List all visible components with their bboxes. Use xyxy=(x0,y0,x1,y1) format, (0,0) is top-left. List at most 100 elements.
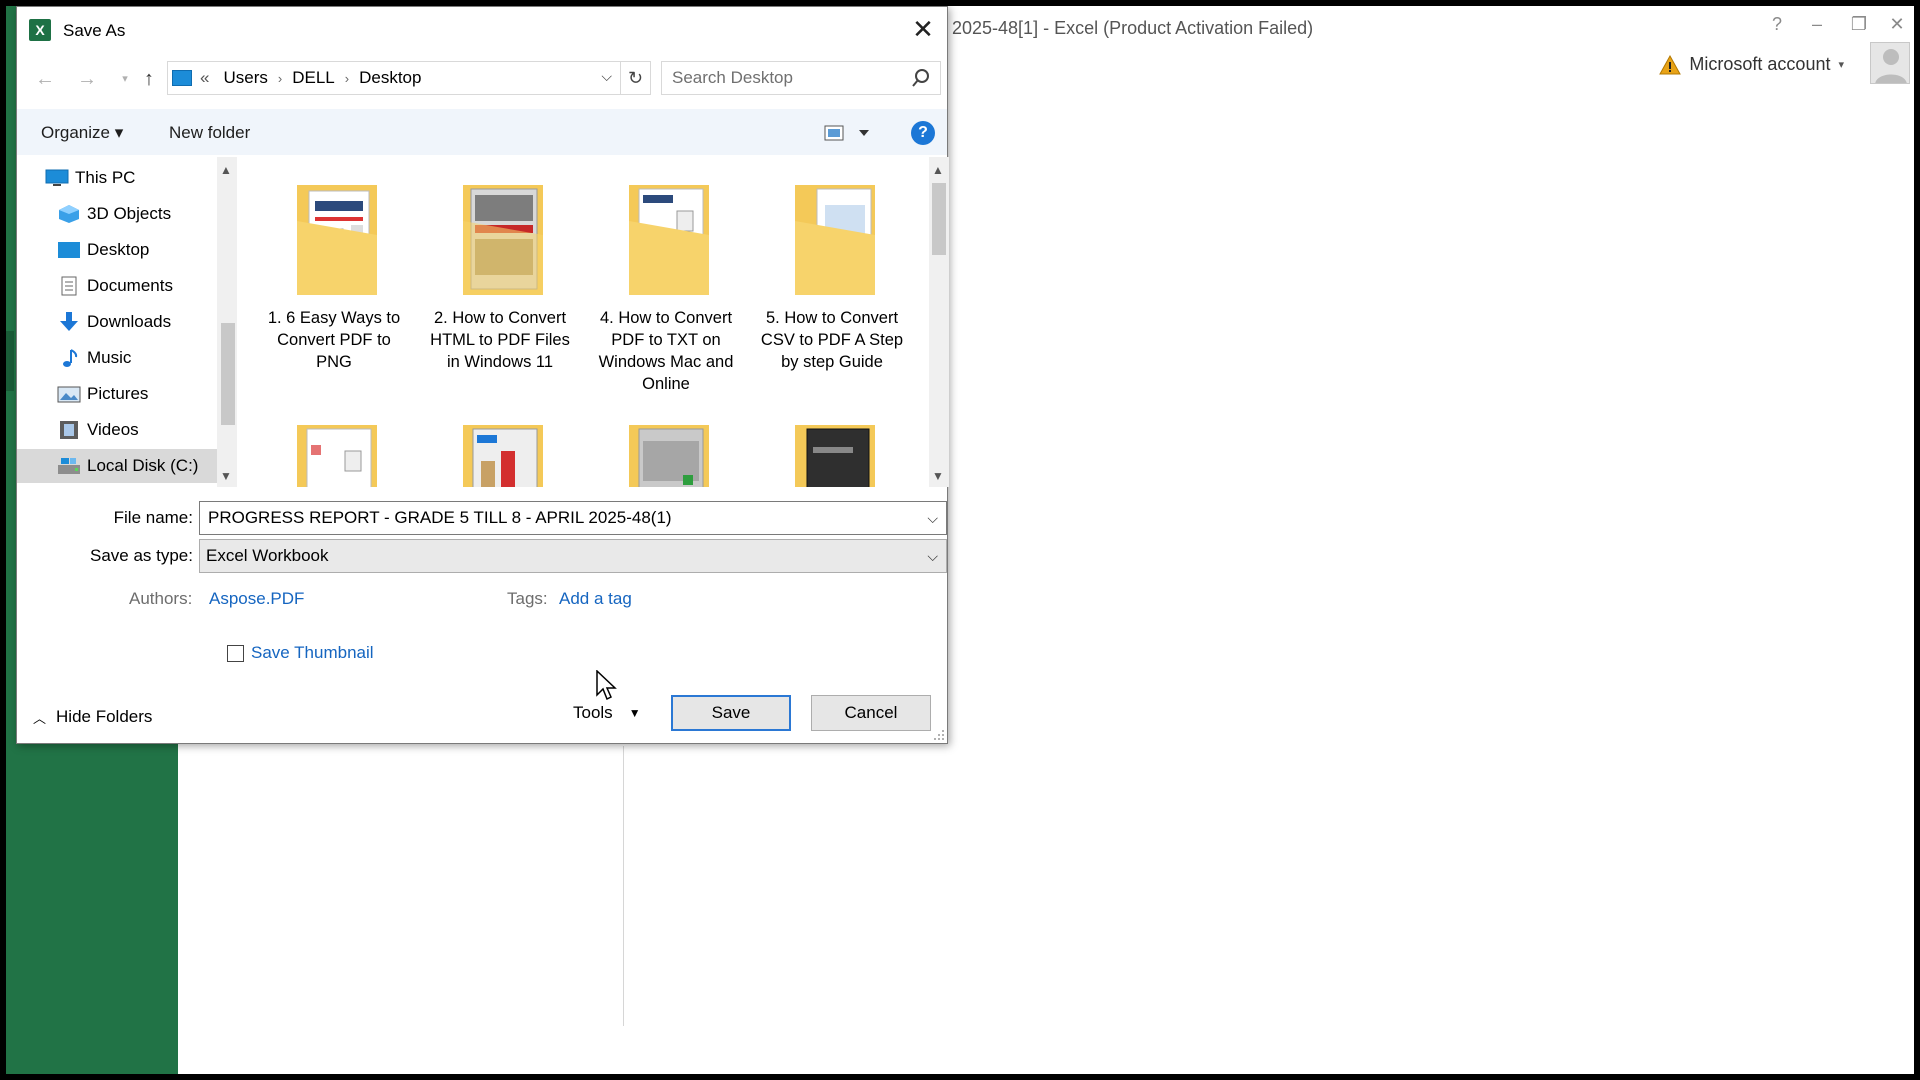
nav-item-label: Local Disk (C:) xyxy=(87,456,199,475)
address-bar[interactable]: « Users › DELL › Desktop ⌵ xyxy=(167,61,621,95)
nav-item-3d-objects[interactable]: 3D Objects xyxy=(57,197,219,231)
minimize-button[interactable]: – xyxy=(1802,14,1832,35)
scrollbar-thumb[interactable] xyxy=(932,183,946,255)
scroll-down-icon[interactable]: ▼ xyxy=(932,469,944,483)
save-as-type-label: Save as type: xyxy=(89,546,193,565)
nav-item-local-disk[interactable]: Local Disk (C:) xyxy=(17,449,217,483)
file-name-value: PROGRESS REPORT - GRADE 5 TILL 8 - APRIL… xyxy=(208,508,672,527)
nav-item-desktop[interactable]: Desktop xyxy=(57,233,219,267)
avatar[interactable] xyxy=(1870,42,1910,84)
folder-icon xyxy=(297,425,377,487)
folder-icon xyxy=(629,185,709,295)
dialog-titlebar[interactable]: X Save As ✕ xyxy=(17,7,947,53)
this-pc-icon xyxy=(172,70,192,86)
scrollbar-thumb[interactable] xyxy=(221,323,235,425)
nav-item-downloads[interactable]: Downloads xyxy=(57,305,219,339)
desktop-icon xyxy=(58,242,80,258)
navigation-scrollbar[interactable]: ▲ ▼ xyxy=(217,157,237,487)
dialog-title: Save As xyxy=(63,21,126,40)
nav-item-label: Pictures xyxy=(87,384,149,403)
folder-icon xyxy=(795,425,875,487)
chevron-down-icon: ▼ xyxy=(628,706,641,720)
person-icon xyxy=(1875,49,1907,83)
chevron-down-icon[interactable]: ⌵ xyxy=(601,68,612,85)
forward-arrow-icon[interactable]: → xyxy=(73,65,101,93)
help-icon[interactable]: ? xyxy=(911,121,935,145)
folder-label: 2. How to Convert HTML to PDF Files in W… xyxy=(430,309,570,371)
folder-item[interactable] xyxy=(259,397,409,487)
nav-item-this-pc[interactable]: This PC xyxy=(45,161,219,195)
back-arrow-icon[interactable]: ← xyxy=(31,65,59,93)
breadcrumb-users[interactable]: Users xyxy=(223,68,267,88)
close-button[interactable]: ✕ xyxy=(1882,14,1912,35)
folder-item[interactable]: 1. 6 Easy Ways to Convert PDF to PNG xyxy=(259,157,409,371)
nav-item-music[interactable]: Music xyxy=(57,341,219,375)
nav-item-pictures[interactable]: Pictures xyxy=(57,377,219,411)
save-thumbnail-checkbox[interactable] xyxy=(227,645,244,662)
scroll-down-icon[interactable]: ▼ xyxy=(220,469,232,483)
nav-item-label: 3D Objects xyxy=(87,204,172,223)
tools-label: Tools xyxy=(573,703,613,722)
warning-icon xyxy=(1659,54,1682,74)
folder-item[interactable]: 5. How to Convert CSV to PDF A Step by s… xyxy=(757,157,907,371)
folder-label: 4. How to Convert PDF to TXT on Windows … xyxy=(598,309,734,393)
authors-field[interactable]: Aspose.PDF xyxy=(209,589,304,609)
resize-grip-icon[interactable] xyxy=(933,729,945,741)
nav-item-label: Videos xyxy=(87,420,139,439)
nav-item-documents[interactable]: Documents xyxy=(57,269,219,303)
file-name-field[interactable]: PROGRESS REPORT - GRADE 5 TILL 8 - APRIL… xyxy=(199,501,947,535)
navigation-pane: This PC 3D Objects Desktop Documents Dow… xyxy=(17,157,219,487)
backstage-nav-marker xyxy=(6,331,14,391)
restore-button[interactable]: ❐ xyxy=(1844,14,1874,35)
tags-field[interactable]: Add a tag xyxy=(559,589,632,609)
breadcrumb-dell[interactable]: DELL xyxy=(292,68,335,88)
breadcrumb-overflow[interactable]: « xyxy=(200,68,209,88)
folder-icon xyxy=(463,425,543,487)
refresh-icon[interactable]: ↻ xyxy=(621,61,651,95)
folder-item[interactable]: 2. How to Convert HTML to PDF Files in W… xyxy=(425,157,575,371)
chevron-down-icon: ⌵ xyxy=(927,548,938,564)
folder-item[interactable] xyxy=(591,397,741,487)
folder-item[interactable] xyxy=(757,397,907,487)
chevron-up-icon: ︿ xyxy=(33,710,47,726)
folder-icon xyxy=(629,425,709,487)
folder-label: 1. 6 Easy Ways to Convert PDF to PNG xyxy=(267,309,401,371)
pictures-icon xyxy=(57,386,81,403)
tools-button[interactable]: Tools ▼ xyxy=(573,703,641,723)
account-label: Microsoft account xyxy=(1689,54,1831,74)
hide-folders-button[interactable]: ︿ Hide Folders xyxy=(33,707,152,727)
scroll-up-icon[interactable]: ▲ xyxy=(220,163,232,177)
chevron-down-icon[interactable]: ⌵ xyxy=(927,502,938,534)
change-view-button[interactable] xyxy=(823,123,879,143)
hide-folders-label: Hide Folders xyxy=(56,707,153,726)
folder-item[interactable]: 4. How to Convert PDF to TXT on Windows … xyxy=(591,157,741,393)
cancel-button[interactable]: Cancel xyxy=(811,695,931,731)
help-icon[interactable]: ? xyxy=(1762,14,1792,35)
music-icon xyxy=(63,349,78,367)
tags-label: Tags: xyxy=(507,589,548,608)
mouse-cursor-icon xyxy=(596,670,617,701)
file-name-label: File name: xyxy=(113,508,193,527)
dialog-close-button[interactable]: ✕ xyxy=(907,15,939,45)
save-button[interactable]: Save xyxy=(671,695,791,731)
account-menu[interactable]: Microsoft account ▾ xyxy=(1659,54,1844,75)
new-folder-button[interactable]: New folder xyxy=(169,123,250,143)
breadcrumb-desktop[interactable]: Desktop xyxy=(359,68,421,88)
up-arrow-icon[interactable]: ↑ xyxy=(135,65,163,93)
scroll-up-icon[interactable]: ▲ xyxy=(932,163,944,177)
search-input[interactable]: Search Desktop xyxy=(661,61,941,95)
file-list: 1. 6 Easy Ways to Convert PDF to PNG 2. … xyxy=(239,157,929,487)
organize-button[interactable]: Organize ▾ xyxy=(41,123,123,143)
nav-item-videos[interactable]: Videos xyxy=(57,413,219,447)
nav-item-label: Music xyxy=(87,348,132,367)
save-thumbnail-label[interactable]: Save Thumbnail xyxy=(251,643,374,663)
file-list-scrollbar[interactable]: ▲ ▼ xyxy=(929,157,949,487)
excel-window-title: 2025-48[1] - Excel (Product Activation F… xyxy=(952,18,1314,38)
nav-item-label: Downloads xyxy=(87,312,172,331)
chevron-down-icon: ▾ xyxy=(1838,59,1844,71)
this-pc-icon xyxy=(45,169,69,186)
folder-icon xyxy=(297,185,377,295)
local-disk-icon xyxy=(58,458,80,474)
folder-item[interactable] xyxy=(425,397,575,487)
save-as-type-select[interactable]: Excel Workbook ⌵ xyxy=(199,539,947,573)
